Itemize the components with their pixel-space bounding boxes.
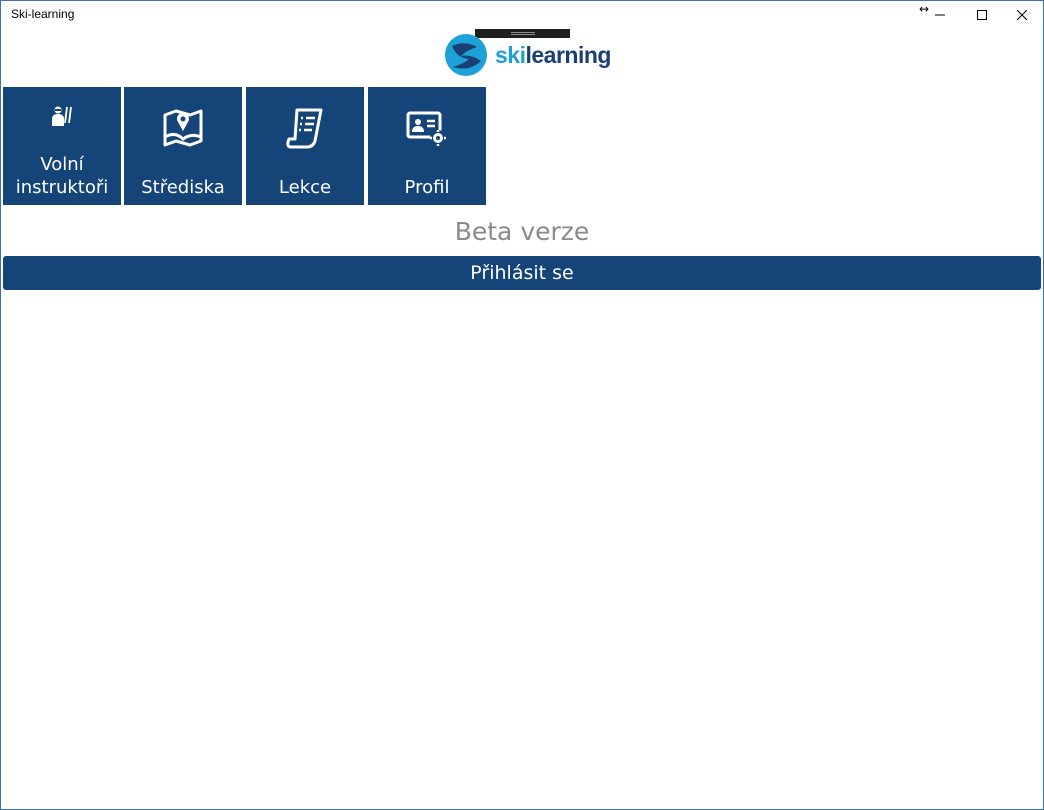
login-button[interactable]: Přihlásit se	[3, 256, 1041, 290]
tile-label: Volní instruktoři	[15, 154, 109, 198]
tile-lessons[interactable]: Lekce	[246, 87, 364, 205]
close-icon	[1017, 10, 1027, 20]
tile-label: Lekce	[278, 177, 332, 198]
minimize-icon	[935, 14, 945, 16]
logo-wordmark: skilearning	[495, 42, 611, 68]
app-window: Ski-learning ↔ skilearning Volní instruk…	[0, 0, 1044, 810]
profile-card-settings-icon	[368, 111, 486, 147]
map-pin-icon	[124, 107, 242, 147]
tile-profile[interactable]: Profil	[368, 87, 486, 205]
tile-label: Střediska	[141, 177, 225, 198]
tile-label: Profil	[404, 177, 450, 198]
skilearning-logo: skilearning	[443, 32, 611, 78]
tile-resorts[interactable]: Střediska	[124, 87, 242, 205]
skier-instructor-icon	[3, 105, 121, 127]
minimize-button[interactable]	[917, 1, 963, 29]
beta-label: Beta verze	[454, 217, 590, 246]
tile-free-instructors[interactable]: Volní instruktoři	[3, 87, 121, 205]
document-list-icon	[246, 107, 364, 149]
logo-mark-icon	[445, 34, 487, 76]
title-bar[interactable]: Ski-learning ↔	[1, 1, 1043, 29]
close-button[interactable]	[999, 1, 1043, 29]
window-title: Ski-learning	[11, 7, 75, 21]
maximize-icon	[977, 10, 987, 20]
